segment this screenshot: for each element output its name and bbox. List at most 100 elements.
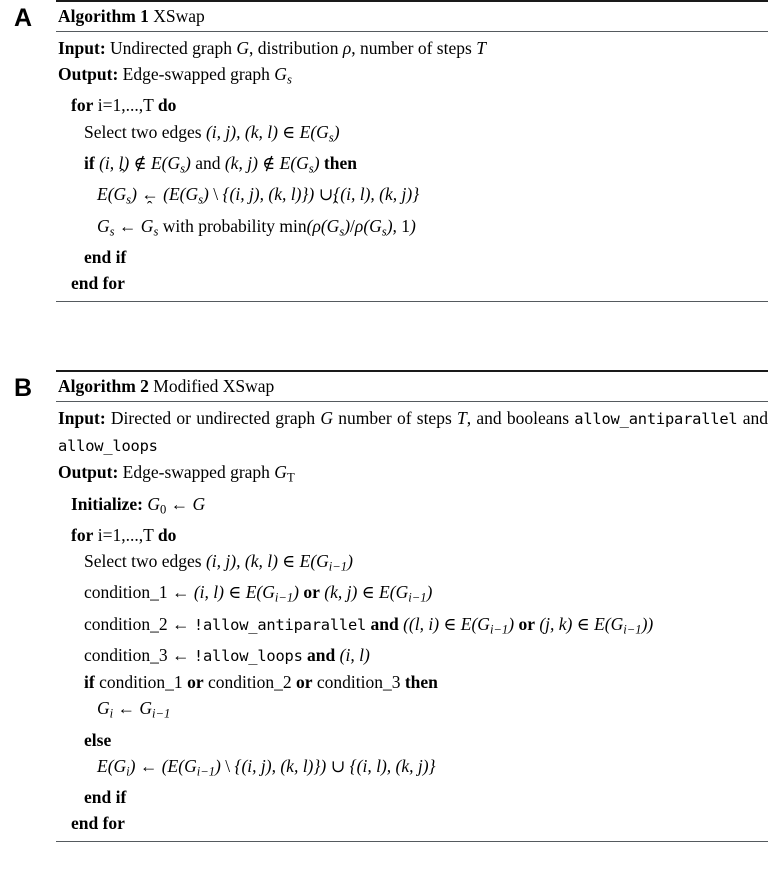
input-text-3: , number of steps (351, 38, 472, 58)
math-il-c3: (i, l) (339, 645, 370, 666)
math-union-set-b: {(i, l), (k, j)} (349, 755, 436, 776)
math-T: T (476, 38, 486, 58)
algorithm-line-endif: end if (58, 244, 768, 270)
algorithm-line-for: for i=1,...,T do (58, 92, 768, 118)
condition-3-label: condition_3 (84, 645, 168, 666)
keyword-or-2: or (295, 672, 313, 693)
algorithm-number-label-b: Algorithm 2 (58, 376, 149, 396)
mono-not-c3: ! (193, 647, 203, 666)
keyword-input: Input: (58, 38, 106, 58)
math-in-symbol-c1b: ∈ (361, 582, 375, 603)
math-rhs-setdiff-b: (E(Gi−1) \ {(i, j), (k, l)}) (161, 755, 327, 778)
math-EGim1-c1b: E(Gi−1) (379, 582, 433, 605)
math-union-symbol-b: ∪ (330, 755, 346, 776)
mono-allow-antiparallel-c2: allow_antiparallel (202, 615, 367, 634)
keyword-if-b: if (84, 672, 95, 693)
loop-range-b: i=1,...,T (97, 524, 154, 545)
keyword-then: then (323, 152, 357, 173)
math-GT: GT (274, 462, 295, 485)
condition-3-ref: condition_3 (316, 672, 401, 693)
condition-2-ref: condition_2 (207, 672, 292, 693)
algorithm-line-assign-edges-b: E(Gi) ← (E(Gi−1) \ {(i, j), (k, l)}) ∪ {… (58, 753, 768, 784)
keyword-and-c3: and (307, 645, 336, 666)
keyword-if: if (84, 152, 95, 173)
math-li-c2: ((l, i) (403, 613, 440, 634)
math-notin-symbol: ∉ (133, 152, 147, 173)
input-text-b: Directed or undirected graph (110, 408, 316, 428)
math-edge-pair: (i, j), (k, l) (205, 121, 278, 142)
math-il-c1: (i, l) (193, 582, 224, 603)
algorithm-bottom-rule (56, 301, 768, 303)
algorithm-body-2: Input: Directed or undirected graph G nu… (56, 402, 768, 841)
algorithm-line-input-b: Input: Directed or undirected graph G nu… (58, 405, 768, 459)
math-notin-symbol-2: ∉ (262, 152, 276, 173)
algorithm-line-cond1: condition_1 ← (i, l) ∈ E(Gi−1) or (k, j)… (58, 579, 768, 610)
math-G-init: G (192, 493, 206, 514)
math-EGs-3: E(Gs) (279, 152, 320, 176)
algorithm-line-endif-b: end if (58, 784, 768, 810)
math-rho: ρ (342, 38, 352, 58)
algorithm-line-endfor-b: end for (58, 810, 768, 836)
math-edge-pair-b: (i, j), (k, l) (205, 551, 278, 571)
algorithm-line-output-b: Output: Edge-swapped graph GT (58, 459, 768, 490)
algorithm-body-1: Input: Undirected graph G, distribution … (56, 32, 768, 301)
math-EGim1-c1: E(Gi−1) (245, 582, 299, 605)
algorithm-line-if: if (i, l) ∉ E(Gs) and (k, j) ∉ E(Gs) the… (58, 150, 768, 181)
math-Gim1: Gi−1 (139, 698, 171, 721)
math-il: (i, l) (99, 152, 130, 173)
algorithm-line-cond2: condition_2 ← !allow_antiparallel and ((… (58, 611, 768, 642)
algorithm-bottom-rule-b (56, 841, 768, 843)
math-in-symbol-c2: ∈ (443, 613, 457, 634)
math-union-symbol: ∪ (318, 184, 334, 205)
math-EGs-2: E(Gs) (150, 152, 191, 176)
mono-not-allow-antiparallel: ! (193, 615, 203, 634)
algorithm-line-for-b: for i=1,...,T do (58, 522, 768, 548)
math-min-args: (ρ(̂Gs)/ρ(Gs), 1) (306, 215, 416, 238)
algorithm-block-2: Algorithm 2 Modified XSwap Input: Direct… (56, 370, 768, 843)
keyword-for: for (71, 95, 94, 116)
algorithm-line-else: else (58, 727, 768, 753)
loop-range: i=1,...,T (97, 95, 154, 116)
math-in-symbol: ∈ (282, 121, 296, 142)
keyword-end-for-b: end for (71, 813, 125, 834)
algorithm-block-1: Algorithm 1 XSwap Input: Undirected grap… (56, 0, 768, 303)
math-assign-arrow-gi: ← (117, 698, 136, 719)
algorithm-line-cond3: condition_3 ← !allow_loops and (i, l) (58, 642, 768, 669)
mono-allow-loops: allow_loops (58, 437, 158, 456)
math-min-fn: min (279, 215, 307, 236)
math-T-b: T (457, 408, 467, 428)
keyword-or-c2: or (518, 613, 535, 634)
algorithm-line-select: Select two edges (i, j), (k, l) ∈ E(Gs) (58, 119, 768, 150)
algorithm-line-endfor: end for (58, 270, 768, 296)
math-Gi: Gi (97, 698, 114, 721)
math-Gs: Gs (274, 64, 292, 87)
keyword-then-b: then (404, 672, 438, 693)
math-Gs-lhs: Gs (97, 215, 115, 238)
math-EGim1-c2: E(Gi−1) (460, 613, 515, 636)
mono-allow-loops-c3: allow_loops (202, 647, 303, 666)
keyword-initialize: Initialize: (71, 493, 143, 514)
algorithm-number-label: Algorithm 1 (58, 6, 149, 26)
algorithm-line-gi-assign: Gi ← Gi−1 (58, 695, 768, 726)
math-G0: G0 (147, 493, 167, 516)
condition-2-label: condition_2 (84, 613, 168, 634)
math-EGim1: E(Gi−1) (299, 551, 353, 574)
keyword-or-c1: or (303, 582, 320, 603)
algorithm-title-2: Algorithm 2 Modified XSwap (56, 372, 768, 401)
keyword-output-b: Output: (58, 462, 119, 483)
math-G: G (236, 38, 250, 58)
math-EGs: E(Gs) (299, 121, 340, 144)
keyword-output: Output: (58, 64, 119, 85)
math-kj-c1: (k, j) (324, 582, 358, 603)
algorithm-line-assign-graph: Gs ← ̂Gs with probability min(ρ(̂Gs)/ρ(G… (58, 213, 768, 244)
math-in-symbol-c2b: ∈ (576, 613, 590, 634)
keyword-input-b: Input: (58, 408, 106, 428)
algorithm-line-select-b: Select two edges (i, j), (k, l) ∈ E(Gi−1… (58, 548, 768, 579)
math-assign-arrow-eb: ← (139, 755, 158, 776)
input-text-b2: number of steps (338, 408, 452, 428)
math-hat-Gs: ̂Gs (140, 215, 159, 238)
math-EGi: E(Gi) (97, 755, 136, 778)
input-text-b3: , and booleans (466, 408, 570, 428)
math-rhs-setdiff: (E(Gs) \ {(i, j), (k, l)}) (163, 184, 315, 207)
math-in-symbol-c1: ∈ (228, 582, 242, 603)
